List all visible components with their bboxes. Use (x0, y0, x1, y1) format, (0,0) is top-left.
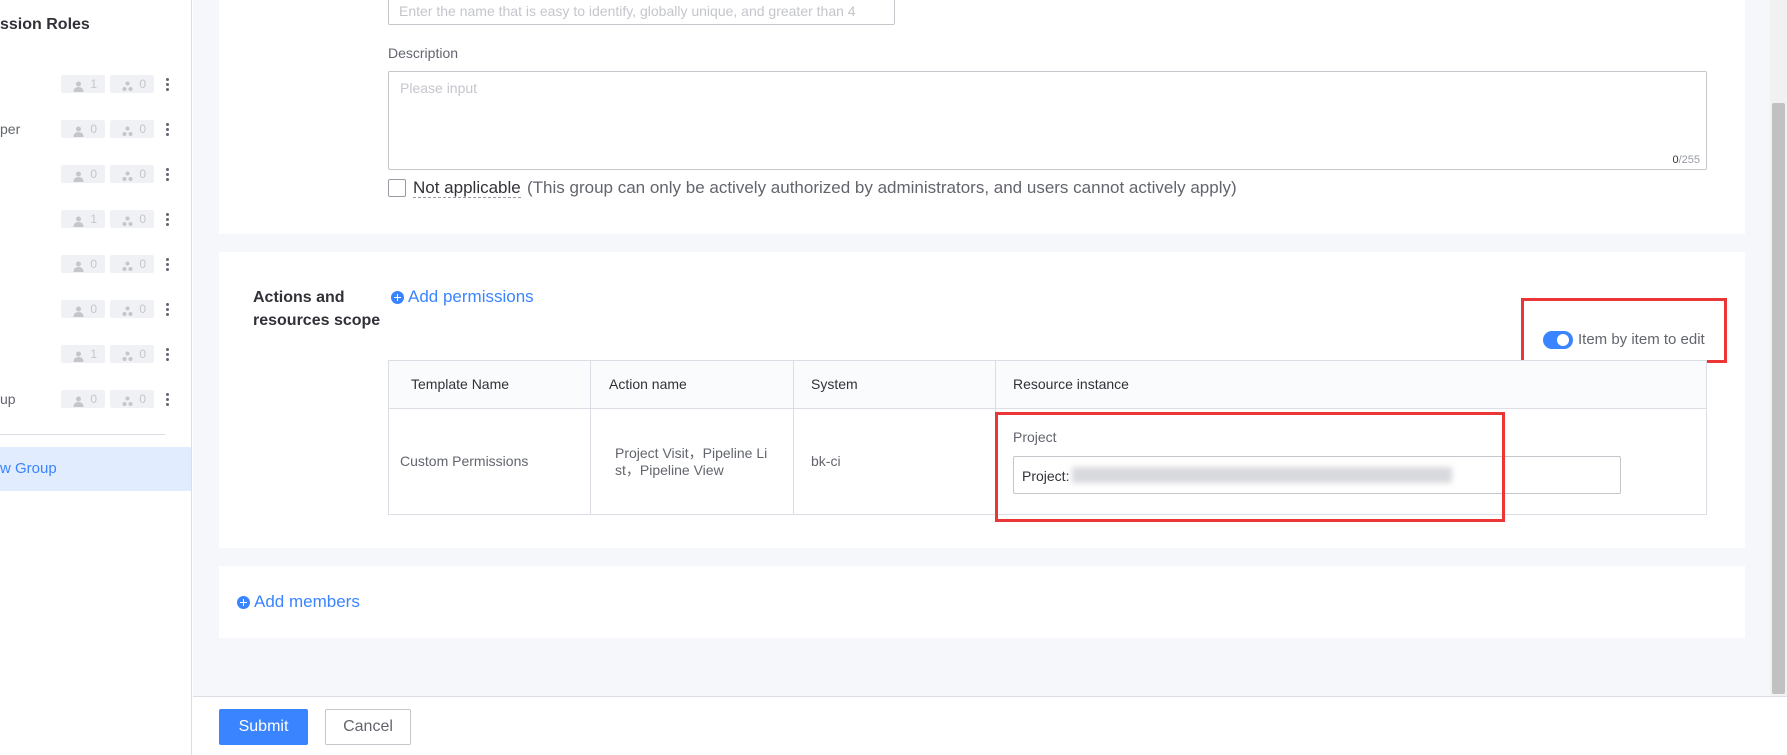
description-textarea[interactable]: Please input 0/255 (388, 71, 1707, 170)
section-title-line1: Actions and (253, 289, 345, 306)
cancel-button[interactable]: Cancel (325, 709, 411, 745)
group-count: 0 (139, 122, 146, 136)
user-count: 1 (90, 212, 97, 226)
not-applicable-label[interactable]: Not applicable (413, 178, 521, 198)
user-count-badge: 0 (61, 120, 105, 138)
group-count: 0 (139, 257, 146, 271)
more-options-icon[interactable] (164, 164, 172, 184)
user-count: 1 (90, 347, 97, 361)
group-count-badge: 0 (110, 255, 154, 273)
sidebar-divider (0, 434, 165, 435)
not-applicable-note: (This group can only be actively authori… (527, 178, 1237, 197)
more-options-icon[interactable] (164, 344, 172, 364)
new-group-item[interactable]: w Group (0, 447, 191, 491)
group-count: 0 (139, 212, 146, 226)
role-item[interactable]: 00 (0, 254, 192, 276)
group-count-badge: 0 (110, 120, 154, 138)
add-members-link[interactable]: Add members (254, 592, 360, 612)
header-system: System (811, 376, 858, 392)
permissions-section-title: Actions and resources scope (253, 286, 380, 332)
group-name-input[interactable]: Enter the name that is easy to identify,… (388, 0, 895, 25)
sidebar: ssion Roles 1 0 per 0 0 0 0 1 0 0 0 0 0 1 0 up 0 0 w Grou… (0, 0, 192, 755)
more-options-icon[interactable] (164, 209, 172, 229)
role-name: per (0, 121, 21, 137)
group-count: 0 (139, 302, 146, 316)
more-options-icon[interactable] (164, 299, 172, 319)
user-count: 0 (90, 302, 97, 316)
resource-highlight-box (995, 412, 1505, 522)
description-placeholder: Please input (400, 80, 478, 96)
user-count: 0 (90, 167, 97, 181)
role-item[interactable]: 00 (0, 299, 192, 321)
cell-template-name: Custom Permissions (400, 453, 529, 469)
section-title-line2: resources scope (253, 312, 381, 329)
members-panel (219, 566, 1745, 638)
role-item[interactable]: per 0 0 (0, 119, 192, 141)
new-group-label: w Group (0, 460, 57, 477)
cell-action-name: Project Visit，Pipeline Li st，Pipeline Vi… (615, 445, 767, 479)
group-count: 0 (139, 392, 146, 406)
scrollbar-thumb[interactable] (1772, 103, 1785, 694)
role-item[interactable]: 10 (0, 344, 192, 366)
user-count-badge: 1 (61, 75, 105, 93)
group-count: 0 (139, 77, 146, 91)
group-count-badge: 0 (110, 210, 154, 228)
more-options-icon[interactable] (164, 119, 172, 139)
group-count: 0 (139, 167, 146, 181)
user-count: 0 (90, 257, 97, 271)
column-divider (590, 361, 591, 514)
more-options-icon[interactable] (164, 74, 172, 94)
user-count-badge: 0 (61, 390, 105, 408)
add-permissions-link[interactable]: Add permissions (408, 287, 534, 307)
item-by-item-label: Item by item to edit (1578, 331, 1705, 348)
group-count-badge: 0 (110, 345, 154, 363)
role-item[interactable]: 00 (0, 164, 192, 186)
add-members-icon[interactable] (237, 596, 250, 609)
submit-button[interactable]: Submit (219, 709, 308, 745)
description-label: Description (388, 45, 459, 61)
group-count-badge: 0 (110, 75, 154, 93)
add-permissions-icon[interactable] (391, 291, 404, 304)
more-options-icon[interactable] (164, 389, 172, 409)
user-count-badge: 0 (61, 255, 105, 273)
role-item[interactable]: 10 (0, 209, 192, 231)
user-count: 0 (90, 122, 97, 136)
user-count: 1 (90, 77, 97, 91)
group-count-badge: 0 (110, 165, 154, 183)
action-name-line2: st，Pipeline View (615, 462, 724, 478)
action-name-line1: Project Visit，Pipeline Li (615, 445, 768, 461)
column-divider (793, 361, 794, 514)
user-count-badge: 0 (61, 165, 105, 183)
not-applicable-checkbox[interactable] (388, 179, 406, 197)
group-count-badge: 0 (110, 390, 154, 408)
description-counter: 0/255 (1672, 154, 1700, 166)
header-template-name: Template Name (411, 376, 510, 392)
role-item[interactable]: up 0 0 (0, 389, 192, 411)
sidebar-title: ssion Roles (0, 16, 90, 33)
more-options-icon[interactable] (164, 254, 172, 274)
user-count-badge: 1 (61, 345, 105, 363)
group-count: 0 (139, 347, 146, 361)
header-resource-instance: Resource instance (1013, 376, 1129, 392)
role-name: up (0, 391, 16, 407)
user-count-badge: 0 (61, 300, 105, 318)
user-count-badge: 1 (61, 210, 105, 228)
header-action-name: Action name (609, 376, 687, 392)
item-by-item-toggle[interactable] (1543, 331, 1573, 349)
footer-bar (193, 696, 1787, 755)
user-count: 0 (90, 392, 97, 406)
role-item[interactable]: 10 (0, 74, 192, 96)
group-count-badge: 0 (110, 300, 154, 318)
cell-system: bk-ci (811, 453, 841, 469)
app-root: ssion Roles 1 0 per 0 0 0 0 1 0 0 0 0 0 1 0 up 0 0 w Grou… (0, 0, 1787, 755)
